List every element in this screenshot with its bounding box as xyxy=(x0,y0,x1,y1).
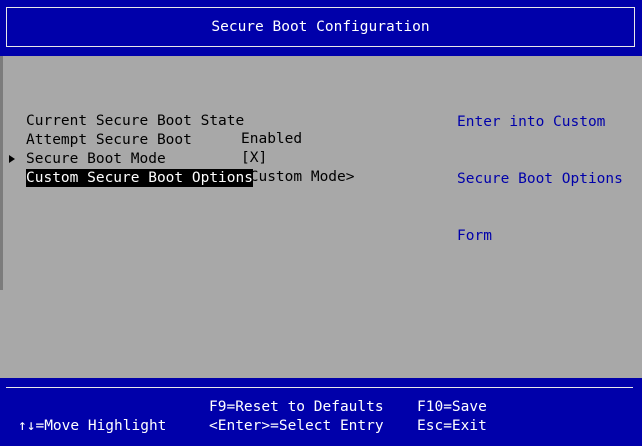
menu-item-label: Custom Secure Boot Options xyxy=(26,169,253,187)
setting-value: Enabled xyxy=(241,131,303,147)
setting-row-secure-boot-mode[interactable]: Secure Boot Mode <Custom Mode> xyxy=(26,132,355,185)
page-title: Secure Boot Configuration xyxy=(211,19,430,35)
help-panel: Enter into Custom Secure Boot Options Fo… xyxy=(457,75,623,265)
save-hint: F10=Save xyxy=(417,399,487,415)
setting-row-attempt-secure-boot[interactable]: Attempt Secure Boot [X] xyxy=(26,113,267,166)
footer-frame: F9=Reset to Defaults F10=Save ↑↓=Move Hi… xyxy=(6,387,633,440)
move-highlight-hint: ↑↓=Move Highlight xyxy=(18,418,167,434)
footer-bar: F9=Reset to Defaults F10=Save ↑↓=Move Hi… xyxy=(0,378,642,446)
menu-item-custom-secure-boot-options[interactable]: Custom Secure Boot Options xyxy=(26,151,253,187)
help-line: Form xyxy=(457,228,492,244)
header-bar: Secure Boot Configuration xyxy=(0,0,642,56)
select-entry-hint: <Enter>=Select Entry xyxy=(209,418,384,434)
page-title-frame: Secure Boot Configuration xyxy=(6,7,635,47)
setting-label: Secure Boot Mode xyxy=(26,151,166,167)
setting-label: Attempt Secure Boot xyxy=(26,132,192,148)
attempt-secure-boot-checkbox[interactable]: [X] xyxy=(241,149,267,167)
setting-row-secure-boot-state: Current Secure Boot State Enabled xyxy=(26,94,302,147)
left-edge-divider xyxy=(0,56,3,290)
secure-boot-mode-select[interactable]: <Custom Mode> xyxy=(241,168,355,186)
help-line: Secure Boot Options xyxy=(457,171,623,187)
submenu-arrow-icon xyxy=(9,155,15,163)
exit-hint: Esc=Exit xyxy=(417,418,487,434)
help-line: Enter into Custom xyxy=(457,114,606,130)
setting-label: Current Secure Boot State xyxy=(26,113,245,129)
reset-defaults-hint: F9=Reset to Defaults xyxy=(209,399,384,415)
